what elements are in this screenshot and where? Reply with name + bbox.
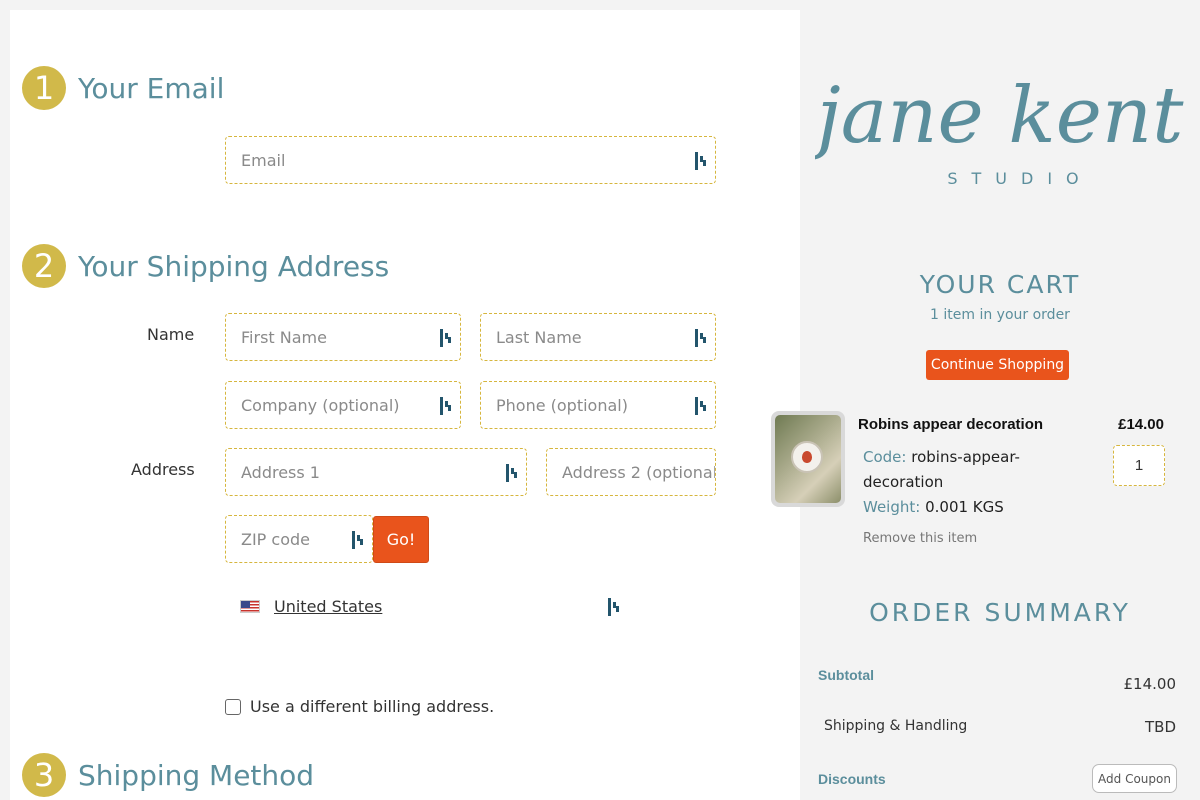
email-field[interactable]: Email bbox=[225, 136, 716, 184]
product-name: Robins appear decoration bbox=[858, 416, 1044, 433]
order-summary-title: ORDER SUMMARY bbox=[869, 598, 1131, 627]
logo-subtitle: STUDIO bbox=[947, 169, 1092, 188]
autofill-icon[interactable] bbox=[695, 397, 707, 415]
address2-field[interactable]: Address 2 (optional bbox=[546, 448, 716, 496]
autofill-icon[interactable] bbox=[695, 152, 707, 170]
country-name[interactable]: United States bbox=[274, 597, 382, 616]
phone-field[interactable]: Phone (optional) bbox=[480, 381, 716, 429]
autofill-icon[interactable] bbox=[352, 531, 364, 549]
cart-sidebar: jane kent STUDIO YOUR CART 1 item in you… bbox=[771, 0, 1200, 800]
first-name-placeholder: First Name bbox=[241, 327, 327, 347]
continue-shopping-button[interactable]: Continue Shopping bbox=[926, 350, 1069, 380]
address1-placeholder: Address 1 bbox=[241, 462, 320, 482]
zip-field[interactable]: ZIP code bbox=[225, 515, 373, 563]
product-weight: Weight: 0.001 KGS bbox=[863, 498, 1004, 516]
step-number: 3 bbox=[22, 753, 66, 797]
autofill-icon[interactable] bbox=[440, 329, 452, 347]
autofill-icon[interactable] bbox=[695, 329, 707, 347]
last-name-placeholder: Last Name bbox=[496, 327, 582, 347]
name-label: Name bbox=[147, 325, 195, 344]
logo-script: jane kent bbox=[815, 71, 1184, 161]
address-label: Address bbox=[131, 460, 195, 479]
step-title: Shipping Method bbox=[78, 758, 315, 792]
shipping-value: TBD bbox=[1144, 718, 1176, 736]
remove-item-link[interactable]: Remove this item bbox=[863, 531, 977, 546]
weight-label: Weight: bbox=[863, 498, 921, 516]
quantity-input[interactable]: 1 bbox=[1113, 445, 1165, 486]
add-coupon-button[interactable]: Add Coupon bbox=[1092, 764, 1177, 793]
step-number: 2 bbox=[22, 244, 66, 288]
jane-kent-studio-logo: jane kent STUDIO bbox=[815, 71, 1184, 188]
zip-placeholder: ZIP code bbox=[241, 529, 310, 549]
first-name-field[interactable]: First Name bbox=[225, 313, 461, 361]
product-price: £14.00 bbox=[1118, 416, 1164, 433]
zip-lookup-button[interactable]: Go! bbox=[373, 516, 429, 563]
autofill-icon[interactable] bbox=[440, 397, 452, 415]
step-shipping-method: 3 Shipping Method bbox=[22, 753, 314, 797]
ornament-image bbox=[791, 441, 823, 473]
code-label: Code: bbox=[863, 448, 907, 466]
billing-checkbox[interactable] bbox=[225, 698, 241, 715]
company-field[interactable]: Company (optional) bbox=[225, 381, 461, 429]
step-shipping-address: 2 Your Shipping Address bbox=[22, 244, 389, 288]
subtotal-value: £14.00 bbox=[1123, 675, 1177, 693]
step-title: Your Email bbox=[78, 71, 225, 105]
step-email: 1 Your Email bbox=[22, 66, 224, 110]
product-code: Code: robins-appear- bbox=[863, 448, 1020, 466]
cart-title: YOUR CART bbox=[919, 270, 1081, 299]
shipping-label: Shipping & Handling bbox=[824, 718, 968, 734]
discounts-label: Discounts bbox=[818, 771, 886, 787]
company-placeholder: Company (optional) bbox=[241, 395, 400, 415]
last-name-field[interactable]: Last Name bbox=[480, 313, 716, 361]
billing-toggle[interactable]: Use a different billing address. bbox=[225, 697, 494, 716]
product-code-cont: decoration bbox=[863, 473, 944, 491]
step-number: 1 bbox=[22, 66, 66, 110]
step-title: Your Shipping Address bbox=[78, 249, 390, 283]
country-selector[interactable]: United States bbox=[240, 597, 382, 616]
weight-value: 0.001 KGS bbox=[925, 498, 1004, 516]
email-placeholder: Email bbox=[241, 150, 286, 170]
phone-placeholder: Phone (optional) bbox=[496, 395, 628, 415]
address2-placeholder: Address 2 (optional bbox=[562, 462, 716, 482]
cart-item-count: 1 item in your order bbox=[930, 307, 1070, 323]
code-value: robins-appear- bbox=[911, 448, 1020, 466]
address1-field[interactable]: Address 1 bbox=[225, 448, 527, 496]
subtotal-label: Subtotal bbox=[818, 667, 874, 683]
billing-label: Use a different billing address. bbox=[250, 697, 495, 716]
us-flag-icon bbox=[240, 600, 260, 613]
autofill-icon[interactable] bbox=[506, 464, 518, 482]
product-thumbnail bbox=[771, 411, 845, 507]
autofill-icon[interactable] bbox=[608, 598, 620, 616]
